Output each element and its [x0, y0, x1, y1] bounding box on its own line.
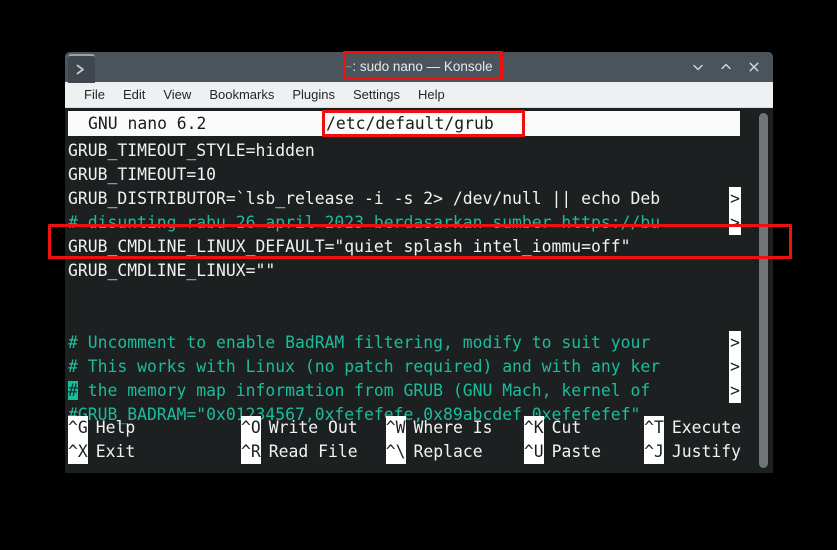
screen-root: ~: sudo nano — Konsole File Edit View Bo…	[0, 0, 837, 550]
shortcut-key: ^J	[644, 440, 664, 464]
shortcut-write-out[interactable]: ^O Write Out	[241, 416, 386, 440]
line-continuation-marker: >	[729, 187, 741, 211]
minimize-icon[interactable]	[685, 54, 711, 80]
shortcut-label: Paste	[551, 442, 601, 461]
shortcut-cut[interactable]: ^K Cut	[523, 416, 644, 440]
terminal-area[interactable]: GNU nano 6.2 /etc/default/grub GRUB_TIME…	[65, 108, 773, 473]
editor-line-text: GRUB_DISTRIBUTOR=`lsb_release -i -s 2> /…	[68, 189, 661, 208]
shortcut-justify[interactable]: ^J Justify	[644, 440, 741, 464]
editor-line: GRUB_CMDLINE_LINUX_DEFAULT="quiet splash…	[68, 235, 741, 259]
editor-line-text: GRUB_CMDLINE_LINUX=""	[68, 261, 276, 280]
editor-line: GRUB_CMDLINE_LINUX=""	[68, 259, 741, 283]
shortcut-row: ^X Exit ^R Read File ^\ Replace ^U Paste ^J Justi…	[68, 440, 741, 464]
line-continuation-marker: >	[729, 355, 741, 379]
window-title: ~: sudo nano — Konsole	[65, 52, 773, 82]
menu-item-edit[interactable]: Edit	[114, 84, 154, 105]
shortcut-row: ^G Help ^O Write Out ^W Where Is ^K Cut ^T Execut…	[68, 416, 741, 440]
editor-line: # the memory map information from GRUB (…	[68, 379, 741, 403]
shortcut-label: Execute	[671, 418, 741, 437]
shortcut-key: ^X	[68, 440, 88, 464]
menu-item-view[interactable]: View	[154, 84, 200, 105]
line-continuation-marker: >	[729, 379, 741, 403]
editor-line-text: # This works with Linux (no patch requir…	[68, 357, 661, 376]
window-titlebar[interactable]: ~: sudo nano — Konsole	[65, 52, 773, 83]
shortcut-read-file[interactable]: ^R Read File	[241, 440, 386, 464]
editor-line-text: GRUB_TIMEOUT=10	[68, 165, 217, 184]
editor-line-text: GRUB_CMDLINE_LINUX_DEFAULT="quiet splash…	[68, 237, 631, 256]
shortcut-key: ^U	[523, 440, 544, 464]
menu-item-plugins[interactable]: Plugins	[283, 84, 344, 105]
shortcut-exit[interactable]: ^X Exit	[68, 440, 241, 464]
shortcut-replace[interactable]: ^\ Replace	[385, 440, 524, 464]
shortcut-key: ^W	[385, 416, 406, 440]
shortcut-key: ^T	[644, 416, 664, 440]
editor-line-text: the memory map information from GRUB (GN…	[77, 381, 661, 400]
menu-item-settings[interactable]: Settings	[344, 84, 409, 105]
editor-line-text: GRUB_TIMEOUT_STYLE=hidden	[68, 141, 315, 160]
shortcut-where-is[interactable]: ^W Where Is	[385, 416, 524, 440]
editor-line: # This works with Linux (no patch requir…	[68, 355, 741, 379]
shortcut-key: ^\	[385, 440, 406, 464]
terminal-scrollbar-thumb[interactable]	[759, 113, 768, 468]
shortcut-label: Replace	[413, 442, 483, 461]
editor-line: GRUB_TIMEOUT_STYLE=hidden	[68, 139, 741, 163]
shortcut-label: Cut	[551, 418, 582, 437]
shortcut-label: Justify	[671, 442, 741, 461]
konsole-window: ~: sudo nano — Konsole File Edit View Bo…	[65, 52, 773, 473]
terminal-scrollbar[interactable]	[757, 111, 769, 470]
menubar: File Edit View Bookmarks Plugins Setting…	[65, 82, 773, 108]
shortcut-help[interactable]: ^G Help	[68, 416, 241, 440]
shortcut-key: ^O	[241, 416, 261, 440]
nano-shortcut-bar: ^G Help ^O Write Out ^W Where Is ^K Cut ^T Execut…	[68, 416, 741, 464]
editor-line-text: # Uncomment to enable BadRAM filtering, …	[68, 333, 661, 352]
editor-cursor: #	[68, 381, 78, 400]
shortcut-paste[interactable]: ^U Paste	[523, 440, 644, 464]
editor-line: GRUB_TIMEOUT=10	[68, 163, 741, 187]
menu-item-file[interactable]: File	[75, 84, 114, 105]
line-continuation-marker: >	[729, 331, 741, 355]
shortcut-key: ^G	[68, 416, 88, 440]
menu-item-bookmarks[interactable]: Bookmarks	[200, 84, 283, 105]
editor-line: # Uncomment to enable BadRAM filtering, …	[68, 331, 741, 355]
shortcut-label: Exit	[95, 442, 136, 461]
editor-line: GRUB_DISTRIBUTOR=`lsb_release -i -s 2> /…	[68, 187, 741, 211]
shortcut-label: Help	[95, 418, 136, 437]
line-continuation-marker: >	[729, 211, 741, 235]
menu-item-help[interactable]: Help	[409, 84, 454, 105]
shortcut-execute[interactable]: ^T Execute	[644, 416, 741, 440]
shortcut-key: ^R	[241, 440, 261, 464]
nano-version: GNU nano 6.2	[88, 113, 207, 133]
window-title-label: : sudo nano — Konsole	[352, 59, 493, 74]
editor-line-text: # disunting rabu 26 april 2023 berdasark…	[68, 213, 661, 232]
maximize-icon[interactable]	[713, 54, 739, 80]
editor-line: # disunting rabu 26 april 2023 berdasark…	[68, 211, 741, 235]
shortcut-label: Write Out	[268, 418, 358, 437]
nano-titlebar: GNU nano 6.2 /etc/default/grub	[68, 111, 740, 136]
shortcut-label: Where Is	[413, 418, 493, 437]
shortcut-key: ^K	[523, 416, 544, 440]
nano-filename: /etc/default/grub	[326, 113, 494, 133]
close-icon[interactable]	[741, 54, 767, 80]
window-controls	[685, 52, 767, 82]
shortcut-label: Read File	[268, 442, 358, 461]
